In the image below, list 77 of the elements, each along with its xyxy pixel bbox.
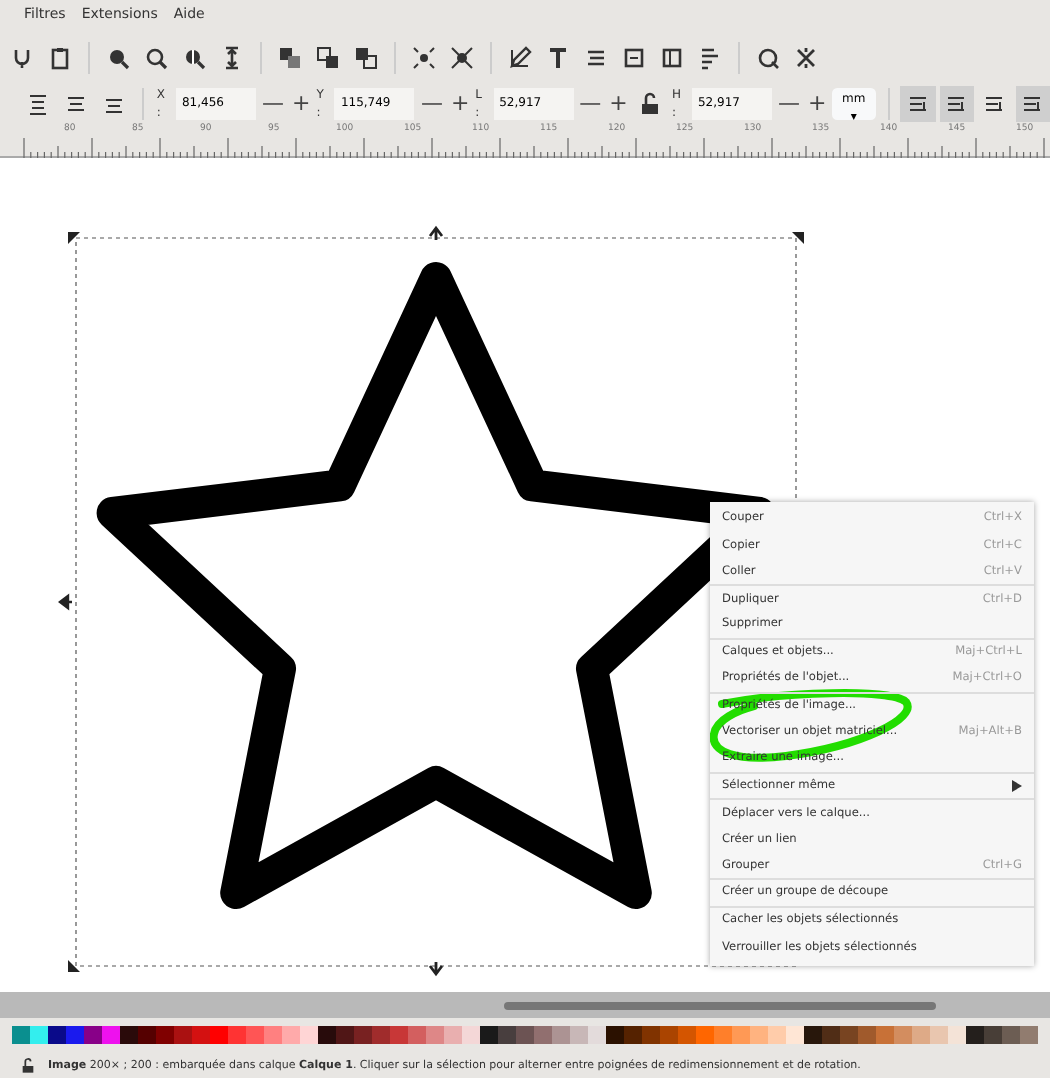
- color-swatch[interactable]: [966, 1026, 984, 1044]
- transform-icon[interactable]: [900, 85, 936, 121]
- scrollbar-thumb[interactable]: [504, 1002, 936, 1010]
- plus-button[interactable]: +: [607, 92, 630, 114]
- resize-handle[interactable]: [792, 232, 804, 244]
- resize-handle[interactable]: [58, 593, 74, 610]
- transform-icon[interactable]: [939, 85, 974, 121]
- minus-button[interactable]: —: [577, 92, 604, 114]
- color-swatch[interactable]: [498, 1026, 516, 1044]
- color-swatch[interactable]: [714, 1026, 732, 1044]
- color-swatch[interactable]: [768, 1026, 786, 1044]
- minus-button[interactable]: —: [418, 92, 445, 114]
- color-swatch[interactable]: [12, 1026, 30, 1044]
- color-swatch[interactable]: [174, 1026, 192, 1044]
- plus-button[interactable]: +: [289, 92, 313, 114]
- submenu-arrow-icon: [1012, 780, 1022, 793]
- color-swatch[interactable]: [426, 1026, 444, 1044]
- resize-handle[interactable]: [428, 960, 444, 977]
- color-swatch[interactable]: [444, 1026, 462, 1044]
- color-swatch[interactable]: [534, 1026, 552, 1044]
- color-swatch[interactable]: [408, 1026, 426, 1044]
- color-swatch[interactable]: [804, 1026, 822, 1044]
- color-swatch[interactable]: [102, 1026, 120, 1044]
- color-swatch[interactable]: [390, 1026, 408, 1044]
- color-swatch[interactable]: [156, 1026, 174, 1044]
- color-swatch[interactable]: [552, 1026, 570, 1044]
- color-swatch[interactable]: [66, 1026, 84, 1044]
- color-swatch[interactable]: [264, 1026, 282, 1044]
- color-swatch[interactable]: [372, 1026, 390, 1044]
- resize-handle[interactable]: [68, 232, 80, 244]
- color-swatch[interactable]: [300, 1026, 318, 1044]
- color-swatch[interactable]: [354, 1026, 372, 1044]
- color-swatch[interactable]: [210, 1026, 228, 1044]
- color-swatch[interactable]: [570, 1026, 588, 1044]
- color-swatch[interactable]: [912, 1026, 930, 1044]
- color-swatch[interactable]: [750, 1026, 768, 1044]
- resize-handle[interactable]: [428, 225, 444, 242]
- color-swatch[interactable]: [840, 1026, 858, 1044]
- plus-button[interactable]: +: [448, 92, 472, 114]
- color-swatch[interactable]: [876, 1026, 894, 1044]
- color-swatch[interactable]: [786, 1026, 804, 1044]
- color-swatch[interactable]: [192, 1026, 210, 1044]
- color-swatch[interactable]: [822, 1026, 840, 1044]
- color-swatch[interactable]: [858, 1026, 876, 1044]
- resize-handle[interactable]: [68, 960, 80, 972]
- color-swatch[interactable]: [1020, 1026, 1038, 1044]
- color-swatch[interactable]: [984, 1026, 1002, 1044]
- color-swatch[interactable]: [516, 1026, 534, 1044]
- color-swatch[interactable]: [228, 1026, 246, 1044]
- lock-icon[interactable]: [20, 1058, 36, 1074]
- color-swatch[interactable]: [462, 1026, 480, 1044]
- color-swatch[interactable]: [84, 1026, 102, 1044]
- color-swatch[interactable]: [624, 1026, 642, 1044]
- color-swatch[interactable]: [120, 1026, 138, 1044]
- color-swatch[interactable]: [138, 1026, 156, 1044]
- color-swatch[interactable]: [930, 1026, 948, 1044]
- plus-button[interactable]: +: [805, 92, 829, 114]
- color-swatch[interactable]: [480, 1026, 498, 1044]
- color-swatch[interactable]: [246, 1026, 264, 1044]
- color-swatch[interactable]: [642, 1026, 660, 1044]
- color-swatch[interactable]: [678, 1026, 696, 1044]
- color-swatch[interactable]: [282, 1026, 300, 1044]
- transform-icon[interactable]: [1015, 85, 1050, 121]
- color-swatch[interactable]: [696, 1026, 714, 1044]
- color-swatch[interactable]: [48, 1026, 66, 1044]
- minus-button[interactable]: —: [259, 92, 286, 114]
- color-swatch[interactable]: [948, 1026, 966, 1044]
- color-swatch[interactable]: [588, 1026, 606, 1044]
- color-swatch[interactable]: [318, 1026, 336, 1044]
- color-swatch[interactable]: [336, 1026, 354, 1044]
- color-swatch[interactable]: [606, 1026, 624, 1044]
- color-swatch[interactable]: [732, 1026, 750, 1044]
- color-swatch[interactable]: [660, 1026, 678, 1044]
- minus-button[interactable]: —: [775, 92, 802, 114]
- color-swatch[interactable]: [30, 1026, 48, 1044]
- color-swatch[interactable]: [1002, 1026, 1020, 1044]
- color-swatch[interactable]: [894, 1026, 912, 1044]
